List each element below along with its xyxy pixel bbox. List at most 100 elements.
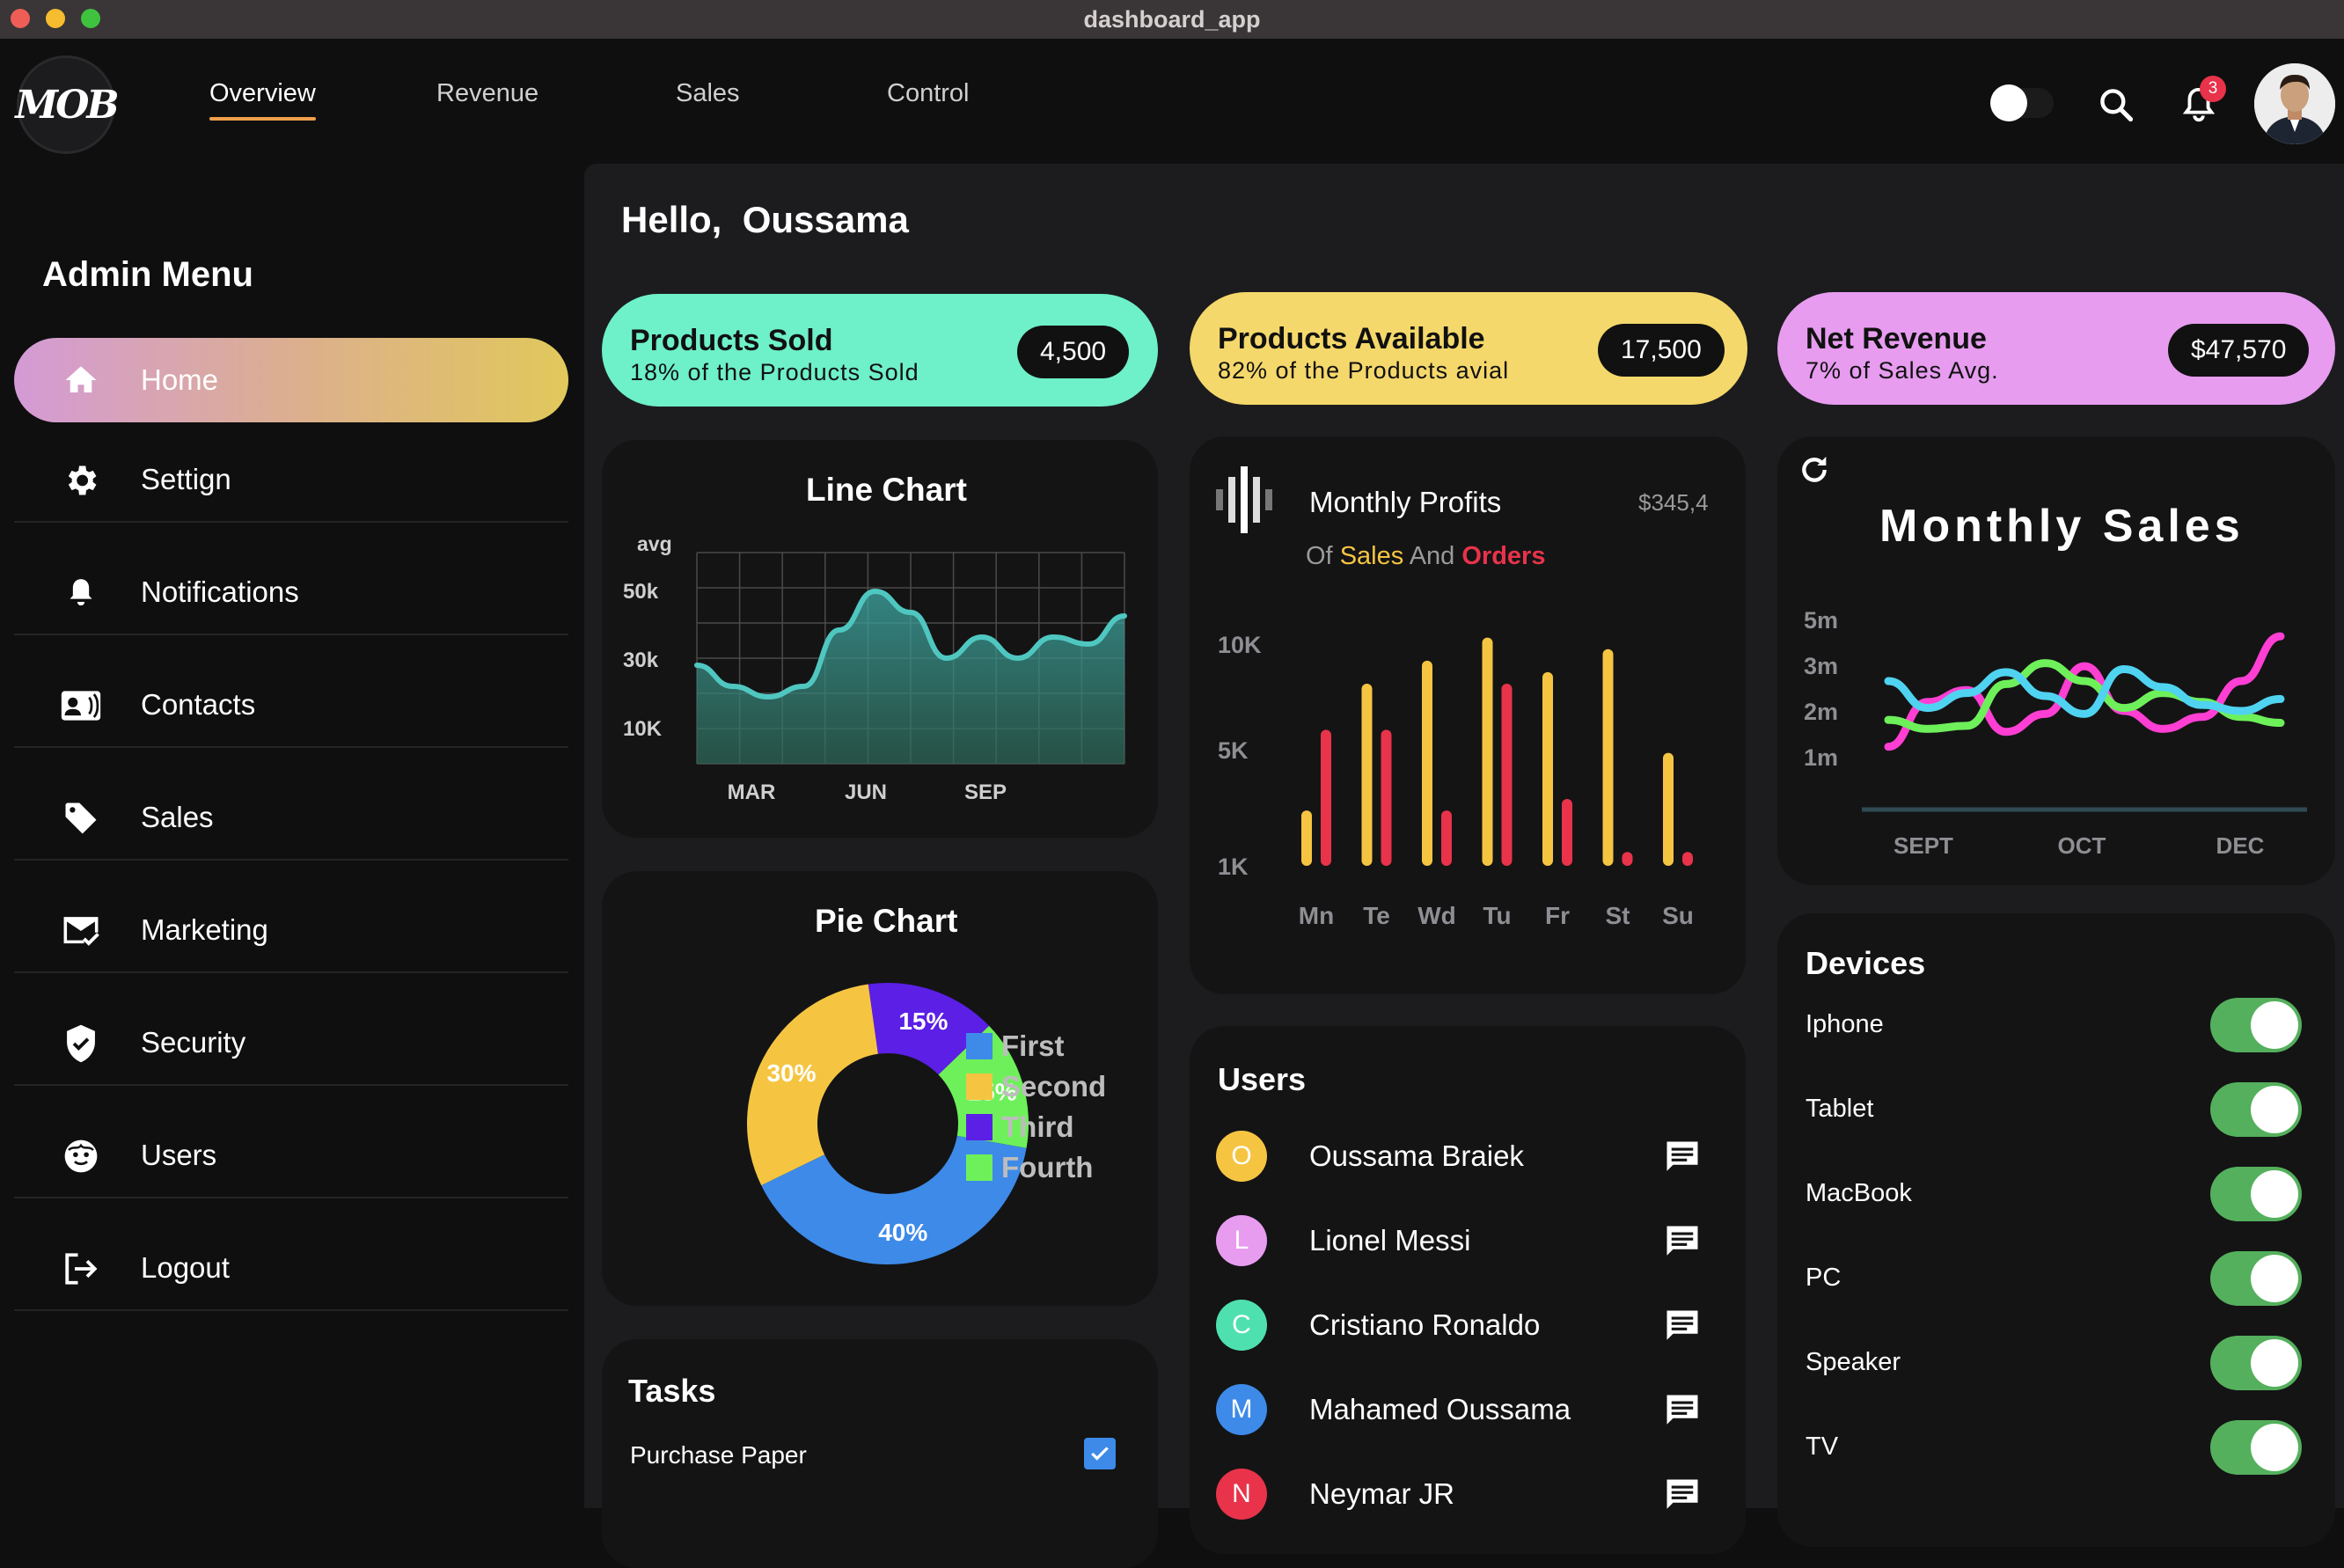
device-toggle-knob xyxy=(2251,1170,2298,1218)
device-name: Iphone xyxy=(1806,1010,1884,1038)
user-row[interactable]: O Oussama Braiek xyxy=(1216,1125,1709,1186)
device-toggle-knob xyxy=(2251,1255,2298,1302)
tab-revenue[interactable]: Revenue xyxy=(436,79,538,108)
stat-net-revenue[interactable]: Net Revenue 7% of Sales Avg. $47,570 xyxy=(1777,292,2335,405)
bar xyxy=(1663,752,1674,866)
sidebar: Admin Menu Home Settign Notifications Co… xyxy=(0,164,581,1508)
tab-sales[interactable]: Sales xyxy=(676,79,740,108)
stat-subtitle: 7% of Sales Avg. xyxy=(1806,357,1999,384)
legend-label: Second xyxy=(1001,1070,1107,1103)
legend-label: First xyxy=(1001,1029,1065,1062)
theme-toggle-knob xyxy=(1990,84,2027,121)
tasks-card: Tasks Purchase Paper xyxy=(602,1339,1158,1568)
x-tick-label: St xyxy=(1606,902,1630,929)
brand-logo[interactable]: MOB xyxy=(15,58,120,151)
theme-toggle[interactable] xyxy=(1990,84,2054,121)
face-icon xyxy=(60,1135,102,1177)
device-name: PC xyxy=(1806,1264,1842,1292)
device-toggle[interactable] xyxy=(2210,1167,2302,1221)
device-toggle[interactable] xyxy=(2210,1082,2302,1137)
users-title: Users xyxy=(1218,1061,1307,1097)
mail-check-icon xyxy=(60,910,102,952)
bar xyxy=(1301,810,1312,866)
task-checkbox[interactable] xyxy=(1084,1438,1116,1469)
maximize-window-button[interactable] xyxy=(81,9,100,28)
chat-icon[interactable] xyxy=(1663,1308,1702,1349)
device-toggle-knob xyxy=(2251,1339,2298,1387)
line-chart-plot: avg 50k 30k 10K MAR JUN SEP xyxy=(623,532,1127,804)
bar xyxy=(1361,684,1373,866)
sidebar-item-sales[interactable]: Sales xyxy=(14,776,568,861)
device-name: TV xyxy=(1806,1432,1839,1461)
stat-title: Products Sold xyxy=(630,324,833,357)
window-title: dashboard_app xyxy=(1083,5,1261,33)
close-window-button[interactable] xyxy=(11,9,30,28)
chat-icon[interactable] xyxy=(1663,1476,1702,1518)
chat-icon[interactable] xyxy=(1663,1139,1702,1180)
legend-swatch xyxy=(966,1073,993,1100)
user-row[interactable]: L Lionel Messi xyxy=(1216,1209,1709,1271)
device-toggle[interactable] xyxy=(2210,998,2302,1052)
stat-title: Products Available xyxy=(1218,322,1485,355)
y-tick-label: 2m xyxy=(1804,699,1838,725)
y-tick-label: 5K xyxy=(1218,737,1249,764)
bar xyxy=(1441,810,1452,866)
x-tick-label: JUN xyxy=(845,780,887,804)
user-initial-avatar: L xyxy=(1216,1215,1267,1266)
y-tick-label: 10K xyxy=(1218,632,1262,658)
x-tick-label: Tu xyxy=(1483,902,1511,929)
device-toggle-knob xyxy=(2251,1424,2298,1471)
sidebar-item-marketing[interactable]: Marketing xyxy=(14,889,568,973)
sidebar-item-home[interactable]: Home xyxy=(14,338,568,422)
user-row[interactable]: M Mahamed Oussama xyxy=(1216,1378,1709,1440)
x-tick-label: SEPT xyxy=(1894,832,1953,859)
pie-slice-label: 30% xyxy=(766,1059,816,1087)
sidebar-item-contacts[interactable]: Contacts xyxy=(14,663,568,748)
tab-overview[interactable]: Overview xyxy=(209,79,316,121)
sidebar-item-settings[interactable]: Settign xyxy=(14,438,568,523)
sidebar-item-label: Contacts xyxy=(141,688,256,721)
stat-value: 17,500 xyxy=(1598,324,1725,377)
logout-icon xyxy=(60,1248,102,1290)
device-toggle-knob xyxy=(2251,1001,2298,1049)
tasks-title: Tasks xyxy=(628,1373,716,1409)
bar xyxy=(1622,852,1633,866)
check-icon xyxy=(1091,1447,1109,1461)
chat-icon[interactable] xyxy=(1663,1392,1702,1433)
device-toggle[interactable] xyxy=(2210,1336,2302,1390)
monthly-sales-card: Monthly Sales 5m 3m 2m 1m SEPT OCT DEC xyxy=(1777,436,2335,885)
greeting: Hello, Oussama xyxy=(621,199,909,241)
logo-text: MOB xyxy=(15,82,119,128)
x-tick-label: MAR xyxy=(728,780,776,804)
user-row[interactable]: N Neymar JR xyxy=(1216,1462,1709,1524)
legend-third: Third xyxy=(966,1110,1073,1143)
y-tick-label: 1m xyxy=(1804,744,1838,771)
contact-card-icon xyxy=(60,685,102,727)
window-titlebar: dashboard_app xyxy=(0,0,2344,39)
device-row: Iphone xyxy=(1806,998,2302,1054)
chat-icon[interactable] xyxy=(1663,1223,1702,1264)
user-row[interactable]: C Cristiano Ronaldo xyxy=(1216,1293,1709,1355)
tab-control[interactable]: Control xyxy=(887,79,970,108)
device-row: TV xyxy=(1806,1420,2302,1476)
device-row: Speaker xyxy=(1806,1336,2302,1392)
device-toggle[interactable] xyxy=(2210,1251,2302,1306)
bar xyxy=(1381,729,1392,866)
user-avatar[interactable] xyxy=(2254,63,2335,144)
bar xyxy=(1482,637,1493,866)
sidebar-item-security[interactable]: Security xyxy=(14,1001,568,1086)
minimize-window-button[interactable] xyxy=(46,9,65,28)
device-toggle[interactable] xyxy=(2210,1420,2302,1475)
sidebar-item-users[interactable]: Users xyxy=(14,1114,568,1198)
shield-icon xyxy=(60,1022,102,1065)
legend-swatch xyxy=(966,1033,993,1059)
stat-products-sold[interactable]: Products Sold 18% of the Products Sold 4… xyxy=(602,294,1158,407)
sidebar-item-logout[interactable]: Logout xyxy=(14,1227,568,1311)
stat-products-available[interactable]: Products Available 82% of the Products a… xyxy=(1190,292,1747,405)
search-icon[interactable] xyxy=(2094,83,2138,127)
x-tick-label: DEC xyxy=(2216,832,2265,859)
sidebar-item-label: Security xyxy=(141,1026,246,1059)
stat-value: $47,570 xyxy=(2168,324,2310,377)
sidebar-item-notifications[interactable]: Notifications xyxy=(14,551,568,635)
user-name: Cristiano Ronaldo xyxy=(1309,1308,1541,1341)
